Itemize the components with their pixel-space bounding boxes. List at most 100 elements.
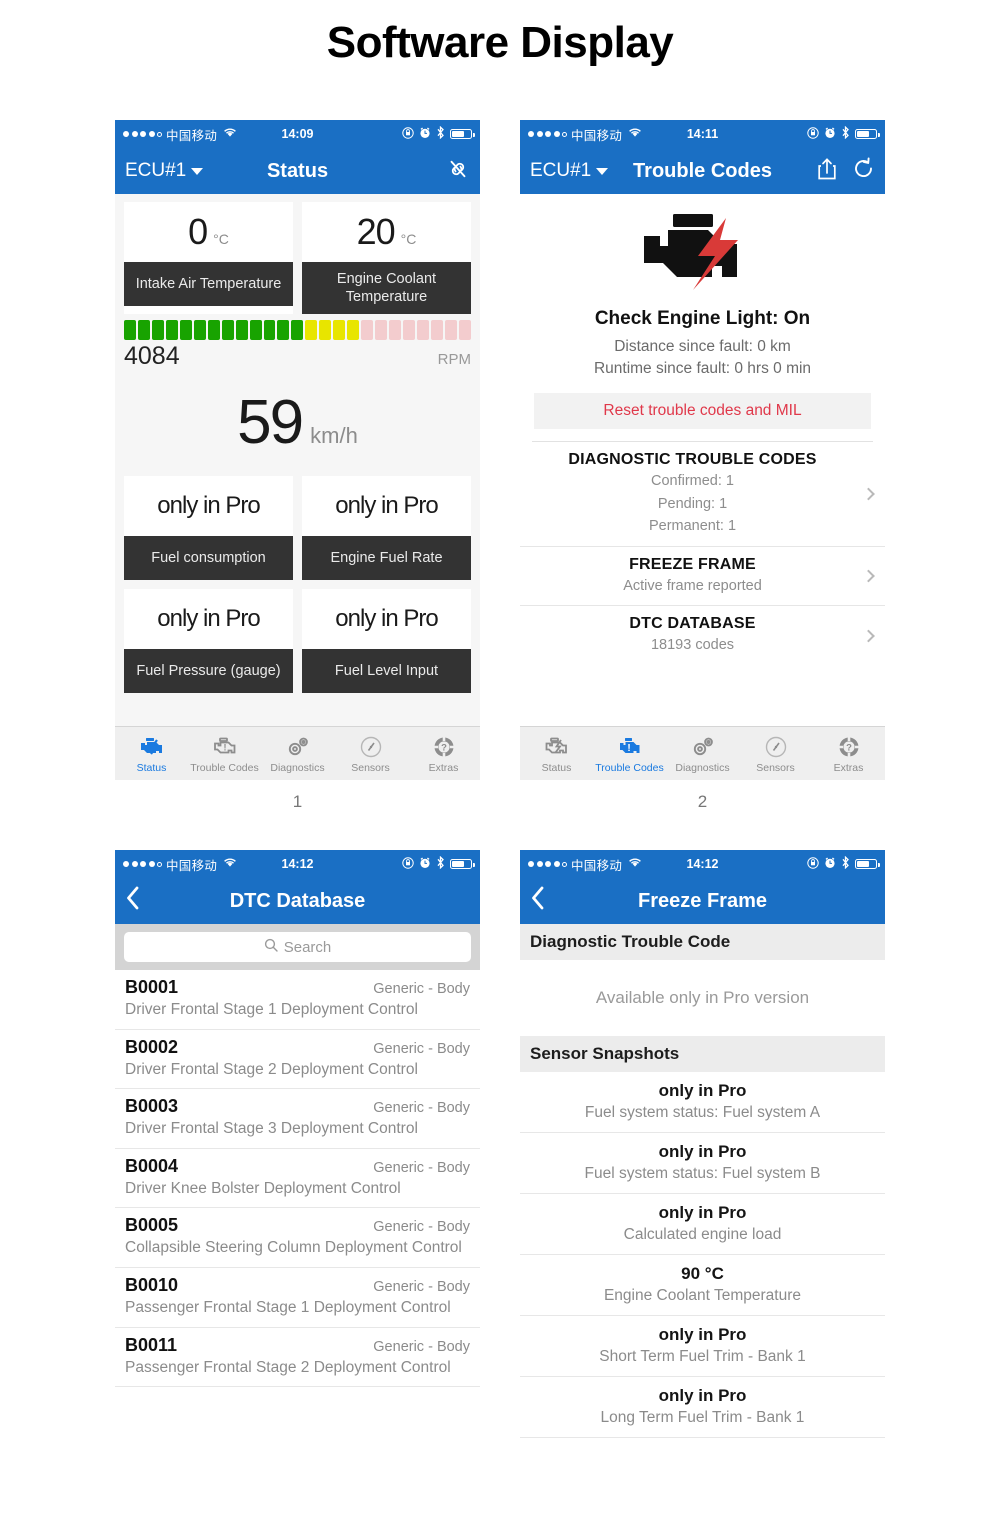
row-permanent-count: Permanent: 1 [648,518,737,535]
rotation-lock-icon [807,126,819,142]
carrier-label: 中国移动 [166,858,218,873]
battery-icon [450,859,475,869]
tab-sensors[interactable]: Sensors [739,734,812,774]
dtc-category: Generic - Body [373,1279,470,1296]
tile-fuel-consumption[interactable]: only in Pro Fuel consumption [124,476,293,581]
sensor-snapshot-item[interactable]: 90 °C Engine Coolant Temperature [520,1255,885,1316]
tile-value: only in Pro [157,605,260,633]
dtc-list-item[interactable]: B0010 Generic - Body Passenger Frontal Sta… [115,1268,480,1328]
row-dtc-database[interactable]: DTC DATABASE 18193 codes [520,605,885,665]
ecu-selector[interactable]: ECU#1 [530,160,609,182]
sensor-label: Engine Coolant Temperature [603,1287,802,1304]
tab-extras[interactable]: ? Extras [407,734,480,774]
search-icon [264,938,278,956]
row-freeze-frame[interactable]: FREEZE FRAME Active frame reported [520,545,885,606]
rpm-segment-empty [361,320,374,341]
dtc-list-item[interactable]: B0001 Generic - Body Driver Frontal Stage … [115,970,480,1030]
dtc-item-header: B0004 Generic - Body [125,1156,470,1177]
dtc-list-item[interactable]: B0002 Generic - Body Driver Frontal Stage … [115,1030,480,1090]
tab-status[interactable]: Status [115,734,188,774]
tile-engine-coolant-temperature[interactable]: 20 °C Engine Coolant Temperature [302,202,471,315]
rpm-segment-green [151,320,164,341]
sensor-snapshot-item[interactable]: only in Pro Fuel system status: Fuel syst… [520,1072,885,1133]
sensor-snapshot-item[interactable]: only in Pro Fuel system status: Fuel syst… [520,1133,885,1194]
tile-unit: °C [213,231,229,247]
tab-trouble-codes[interactable]: ! Trouble Codes [593,734,666,774]
rpm-segment-green [124,320,136,341]
tile-value-row: 0 °C [124,202,293,262]
tile-unit: °C [400,231,417,247]
ecu-selector-label: ECU#1 [530,160,592,181]
sensor-snapshot-item[interactable]: only in Pro Calculated engine load [520,1194,885,1255]
rpm-gauge: 4084 RPM [115,314,480,371]
tab-sensors[interactable]: Sensors [334,734,407,774]
dtc-list-item[interactable]: B0003 Generic - Body Driver Frontal Stage … [115,1089,480,1149]
tab-extras[interactable]: ? Extras [812,734,885,774]
screenshot-cell-4: 中国移动 14:12 Freeze Frame Diagnostic Troub… [520,850,885,1517]
tile-engine-fuel-rate[interactable]: only in Pro Engine Fuel Rate [302,476,471,581]
status-bar-right [402,855,475,872]
freeze-frame-screen-body: Diagnostic Trouble Code Available only i… [520,924,885,1505]
sensor-snapshot-item[interactable]: only in Pro Short Term Fuel Trim - Bank 1 [520,1316,885,1377]
status-bar: 中国移动 14:12 [115,850,480,878]
dtc-description: Driver Frontal Stage 1 Deployment Contro… [125,1001,418,1018]
tab-diagnostics[interactable]: Diagnostics [666,734,739,774]
rpm-segment-green [291,320,304,341]
tab-label: Trouble Codes [595,761,664,774]
tab-diagnostics[interactable]: Diagnostics [261,734,334,774]
ecu-selector[interactable]: ECU#1 [125,160,204,182]
sensor-label: Fuel system status: Fuel system B [584,1165,821,1182]
tile-intake-air-temperature[interactable]: 0 °C Intake Air Temperature [124,202,293,315]
tab-label: Status [136,761,167,774]
share-icon[interactable] [817,157,837,186]
rpm-readout: 4084 RPM [124,340,471,371]
tile-value-row: only in Pro [302,589,471,650]
signal-dots-icon [528,861,567,867]
rpm-segment-yellow [319,320,332,341]
dtc-item-header: B0011 Generic - Body [125,1335,470,1356]
engine-warning-icon: ! [617,734,643,760]
figure-caption-4: 4 [520,1505,885,1517]
status-bar: 中国移动 14:09 [115,120,480,148]
tile-fuel-pressure-gauge[interactable]: only in Pro Fuel Pressure (gauge) [124,589,293,694]
wifi-icon [223,127,237,141]
status-bar-left: 中国移动 [123,125,237,144]
sensor-snapshot-list[interactable]: only in Pro Fuel system status: Fuel syst… [520,1072,885,1438]
reset-trouble-codes-button[interactable]: Reset trouble codes and MIL [534,392,871,429]
row-diagnostic-trouble-codes[interactable]: DIAGNOSTIC TROUBLE CODES Confirmed: 1 Pe… [520,442,885,546]
sensor-snapshot-item[interactable]: only in Pro Long Term Fuel Trim - Bank 1 [520,1377,885,1438]
back-button[interactable] [530,885,546,917]
dtc-list[interactable]: B0001 Generic - Body Driver Frontal Stage … [115,970,480,1388]
row-subtitle: 18193 codes [650,637,735,654]
dtc-list-item[interactable]: B0005 Generic - Body Collapsible Steering … [115,1208,480,1269]
bluetooth-icon [841,855,850,872]
wifi-icon [223,857,237,871]
dtc-item-header: B0005 Generic - Body [125,1215,470,1236]
bluetooth-icon [436,125,445,142]
tab-status[interactable]: Status [520,734,593,774]
dtc-empty-message: Available only in Pro version [595,988,810,1007]
sensor-value: only in Pro [658,1203,747,1222]
row-confirmed-count: Confirmed: 1 [650,472,734,489]
nav-bar: ECU#1 Trouble Codes [520,148,885,194]
phone-screenshot-status: 中国移动 14:09 ECU#1 Status 0 °C Intake Air … [115,120,480,780]
refresh-icon[interactable] [853,156,875,186]
tab-trouble-codes[interactable]: ! Trouble Codes [188,734,261,774]
chevron-down-icon [596,167,609,175]
dtc-list-item[interactable]: B0011 Generic - Body Passenger Frontal Sta… [115,1328,480,1388]
distance-since-fault: Distance since fault: 0 km [614,338,791,355]
help-lifebuoy-icon: ? [432,734,456,760]
dtc-list-item[interactable]: B0004 Generic - Body Driver Knee Bolster D… [115,1149,480,1209]
status-bar-right [807,855,880,872]
rpm-segment-empty [430,320,443,341]
sensor-value: only in Pro [658,1325,747,1344]
row-title: DIAGNOSTIC TROUBLE CODES [568,450,817,468]
rpm-segment-empty [417,320,429,341]
search-input[interactable]: Search [124,932,471,962]
rpm-segment-green [137,320,150,341]
row-title: FREEZE FRAME [629,555,756,573]
back-button[interactable] [125,885,141,917]
link-broken-icon[interactable] [446,157,470,186]
tile-fuel-level-input[interactable]: only in Pro Fuel Level Input [302,589,471,694]
wifi-icon [628,127,642,141]
